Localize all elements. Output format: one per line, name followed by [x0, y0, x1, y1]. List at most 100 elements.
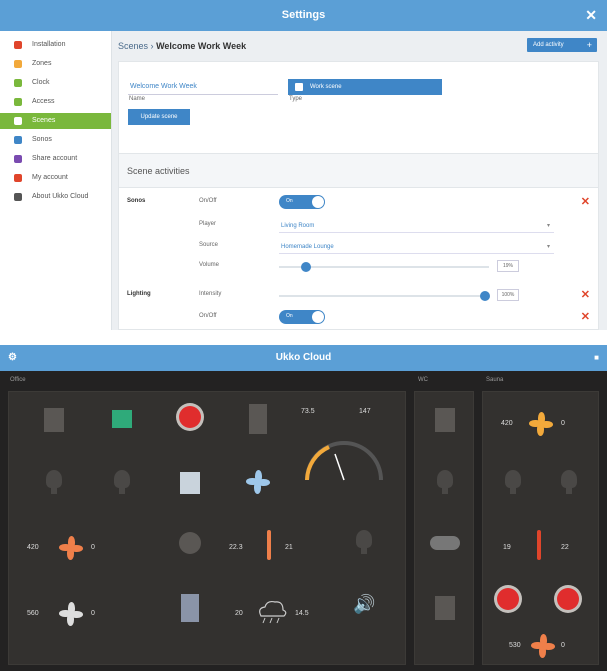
wc-panel-title: WC: [418, 377, 428, 383]
sidebar-item-icon: [14, 79, 22, 87]
player-select[interactable]: Living Room ▾: [279, 219, 554, 233]
sauna-panel-title: Sauna: [486, 377, 504, 383]
delete-icon[interactable]: ✕: [581, 288, 590, 301]
device-tile[interactable]: [155, 462, 225, 518]
power-button-icon: [497, 588, 519, 610]
sidebar-item-icon: [14, 136, 22, 144]
delete-icon[interactable]: ✕: [581, 195, 590, 208]
fan-speed-value: 420: [27, 544, 39, 551]
sonos-onoff-toggle[interactable]: On: [279, 195, 325, 209]
dimmer-icon: [179, 532, 201, 554]
weather-tile[interactable]: 20 14.5: [219, 588, 329, 644]
device-tile[interactable]: 🔊: [329, 588, 399, 644]
volume-key: Volume: [199, 262, 220, 268]
update-scene-button[interactable]: Update scene: [128, 109, 190, 125]
sauna-panel: 420 0 19 22 530 0: [482, 391, 599, 665]
player-key: Player: [199, 221, 217, 227]
device-tile[interactable]: [19, 462, 89, 518]
sidebar-item-label: My account: [32, 174, 68, 181]
device-tile[interactable]: [155, 400, 225, 456]
settings-icon[interactable]: ⚙: [8, 345, 17, 371]
temperature-tile[interactable]: 22.3 21: [219, 522, 319, 578]
fan-level-value: 0: [561, 642, 565, 649]
power-button-icon: [179, 406, 201, 428]
lamp-icon: [435, 596, 455, 620]
volume-slider[interactable]: [279, 262, 489, 272]
settings-title: Settings: [281, 9, 326, 21]
power-button-icon: [557, 588, 579, 610]
source-select[interactable]: Homemade Lounge ▾: [279, 240, 554, 254]
sidebar-item-7[interactable]: My account: [0, 170, 111, 186]
device-tile[interactable]: [223, 400, 293, 456]
scene-name-input[interactable]: Welcome Work Week: [128, 79, 278, 95]
weather-value: 20: [235, 610, 243, 617]
device-tile[interactable]: [19, 400, 89, 456]
sidebar-item-label: About Ukko Cloud: [32, 193, 89, 200]
activity-row: Sonos On/Off On ✕: [119, 194, 600, 212]
name-label: Name: [129, 96, 146, 102]
slider-thumb[interactable]: [301, 262, 312, 272]
sidebar-item-icon: [14, 155, 22, 163]
gauge-value: 147: [359, 408, 371, 415]
sidebar-item-icon: [14, 174, 22, 182]
temperature-tile[interactable]: 19 22: [491, 522, 591, 578]
intensity-slider[interactable]: [279, 291, 490, 301]
sidebar-item-label: Scenes: [32, 117, 56, 124]
type-label: Type: [289, 96, 303, 102]
fan-speed-value: 420: [501, 420, 513, 427]
slider-thumb[interactable]: [479, 291, 490, 301]
source-key: Source: [199, 242, 219, 248]
activity-row: Lighting Intensity 100% ✕: [119, 287, 600, 305]
close-icon[interactable]: ✕: [585, 0, 597, 31]
settings-sidebar: Installation Zones Clock Access Scenes Sonos S…: [0, 31, 112, 330]
device-tile[interactable]: [410, 588, 480, 644]
intensity-value: 100%: [497, 289, 519, 301]
device-tile[interactable]: [155, 522, 225, 578]
device-tile[interactable]: [87, 400, 157, 456]
device-tile[interactable]: [410, 462, 480, 518]
lighting-group-label: Lighting: [127, 291, 151, 297]
fan-tile[interactable]: 560 0: [19, 588, 119, 644]
fan-tile[interactable]: [223, 462, 293, 518]
sidebar-item-5[interactable]: Sonos: [0, 132, 111, 148]
sidebar-item-4[interactable]: Scenes: [0, 113, 111, 129]
menu-icon[interactable]: ■: [594, 345, 599, 371]
fan-icon: [529, 412, 553, 436]
activity-row: Player Living Room ▾: [119, 217, 600, 235]
player-value: Living Room: [281, 223, 315, 229]
sidebar-item-3[interactable]: Access: [0, 94, 111, 110]
sidebar-item-6[interactable]: Share account: [0, 151, 111, 167]
bulb-icon: [561, 470, 577, 494]
thermometer-icon: [267, 530, 271, 560]
toggle-tile[interactable]: [410, 522, 480, 578]
breadcrumb-parent[interactable]: Scenes: [118, 41, 148, 51]
scene-type-select[interactable]: Work scene: [288, 79, 442, 95]
source-value: Homemade Lounge: [281, 244, 334, 250]
fan-tile[interactable]: 420 0: [491, 400, 591, 456]
delete-icon[interactable]: ✕: [581, 310, 590, 323]
dashboard-titlebar: ⚙ Ukko Cloud ■: [0, 345, 607, 371]
chevron-down-icon: ▾: [546, 223, 550, 229]
device-tile[interactable]: [87, 462, 157, 518]
sidebar-item-8[interactable]: About Ukko Cloud: [0, 189, 111, 205]
sidebar-item-2[interactable]: Clock: [0, 75, 111, 91]
sidebar-item-0[interactable]: Installation: [0, 37, 111, 53]
gauge-tile[interactable]: 73.5 147: [289, 398, 399, 494]
device-tile[interactable]: [329, 522, 399, 578]
lighting-onoff-toggle[interactable]: On: [279, 310, 325, 324]
device-tile[interactable]: [485, 462, 541, 518]
settings-titlebar: Settings ✕: [0, 0, 607, 31]
bulb-icon: [114, 470, 130, 494]
fan-level-value: 0: [561, 420, 565, 427]
sidebar-item-1[interactable]: Zones: [0, 56, 111, 72]
fan-speed-value: 530: [509, 642, 521, 649]
office-panel-title: Office: [10, 377, 26, 383]
add-activity-button[interactable]: Add activity +: [527, 38, 597, 52]
device-tile[interactable]: [155, 588, 225, 644]
activity-row: Source Homemade Lounge ▾: [119, 238, 600, 256]
fan-tile[interactable]: 420 0: [19, 522, 119, 578]
device-tile[interactable]: [410, 400, 480, 456]
device-tile[interactable]: [541, 462, 597, 518]
fan-tile[interactable]: 530 0: [491, 630, 591, 664]
checkbox-icon: [295, 83, 303, 91]
